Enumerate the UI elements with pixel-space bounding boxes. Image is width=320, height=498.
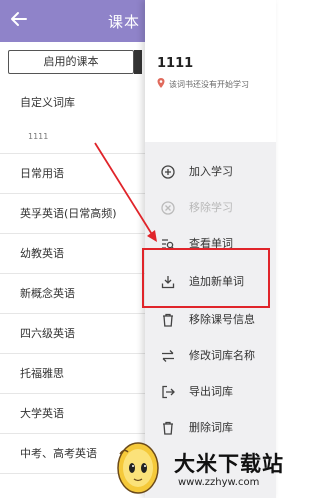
tab-bar: 启用的课本: [0, 42, 145, 82]
book-status: 该词书还没有开始学习: [157, 78, 249, 90]
remove-circle-icon: [161, 201, 175, 215]
book-status-text: 该词书还没有开始学习: [169, 80, 249, 89]
back-arrow-icon[interactable]: [8, 8, 30, 30]
tab-enabled-books[interactable]: 启用的课本: [8, 50, 134, 74]
menu-rename-library[interactable]: 修改词库名称: [145, 340, 276, 372]
drawer-menu: 加入学习 移除学习 查看单词 追加新单词 移除课号信息 修改词库名称 导出词库 …: [145, 142, 276, 498]
custom-library-entry[interactable]: 1111: [20, 132, 145, 141]
library-item[interactable]: 四六级英语: [0, 314, 145, 354]
menu-export-library[interactable]: 导出词库: [145, 376, 276, 408]
menu-label: 删除词库: [189, 421, 233, 434]
trash-icon: [163, 313, 173, 327]
library-item[interactable]: 英孚英语(日常高频): [0, 194, 145, 234]
library-item[interactable]: 大学英语: [0, 394, 145, 434]
library-list: 自定义词库 1111 日常用语 英孚英语(日常高频) 幼教英语 新概念英语 四六…: [0, 82, 145, 474]
menu-remove-from-study: 移除学习: [145, 192, 276, 224]
menu-add-to-study[interactable]: 加入学习: [145, 156, 276, 188]
book-name: 1111: [157, 56, 194, 71]
menu-label: 移除课号信息: [189, 313, 255, 326]
highlight-box: [142, 248, 270, 308]
egg-mascot-icon: [117, 442, 159, 494]
menu-label: 导出词库: [189, 385, 233, 398]
tab-next-edge[interactable]: [134, 50, 142, 74]
menu-label: 加入学习: [189, 165, 233, 178]
library-item[interactable]: 新概念英语: [0, 274, 145, 314]
watermark: 大米下载站 www.zzhyw.com: [112, 442, 283, 498]
library-item[interactable]: 托福雅思: [0, 354, 145, 394]
watermark-url: www.zzhyw.com: [178, 477, 260, 488]
swap-icon: [162, 350, 174, 362]
location-pin-icon: [157, 78, 165, 88]
menu-delete-library[interactable]: 删除词库: [145, 412, 276, 444]
trash-icon: [163, 421, 173, 435]
menu-remove-lesson-info[interactable]: 移除课号信息: [145, 304, 276, 336]
page-title: 课本: [108, 13, 141, 31]
plus-circle-icon: [161, 165, 175, 179]
library-item-custom[interactable]: 自定义词库 1111: [0, 82, 145, 154]
watermark-title: 大米下载站: [174, 452, 284, 476]
export-icon: [162, 385, 175, 399]
menu-label: 修改词库名称: [189, 349, 255, 362]
library-item-label: 自定义词库: [20, 96, 75, 109]
menu-label: 移除学习: [189, 201, 233, 214]
library-item[interactable]: 日常用语: [0, 154, 145, 194]
library-item[interactable]: 幼教英语: [0, 234, 145, 274]
